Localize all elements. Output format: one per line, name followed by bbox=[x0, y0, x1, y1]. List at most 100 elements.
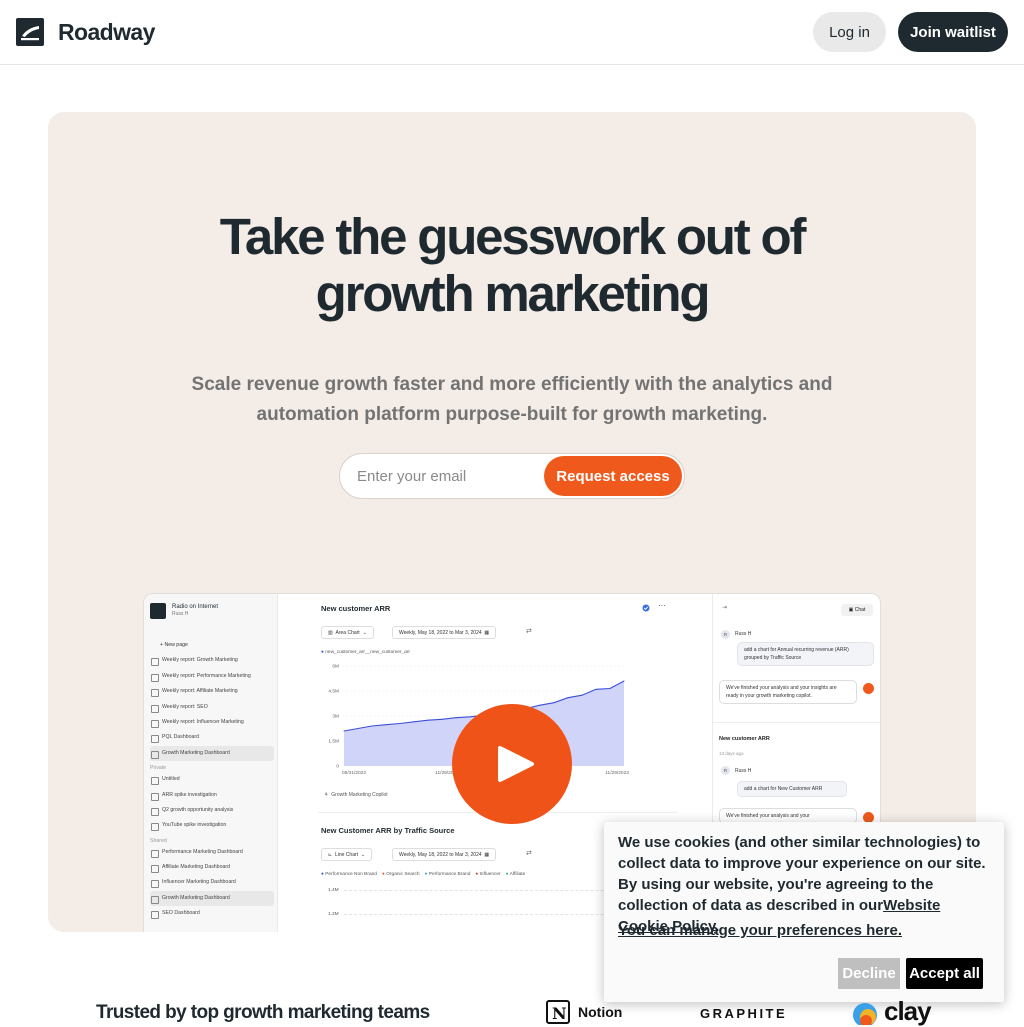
sidebar-page-item[interactable]: Weekly report: Influencer Marketing bbox=[150, 715, 274, 730]
data-point bbox=[343, 730, 345, 732]
panel1-legend: ● new_customer_arr__new_customer_arr bbox=[321, 650, 410, 655]
y-tick-label: 6M bbox=[332, 664, 339, 670]
request-access-button[interactable]: Request access bbox=[544, 456, 682, 496]
workspace-name: Radio on Internet bbox=[172, 604, 219, 610]
date-range-select[interactable]: Weekly, May 18, 2022 to Mar 3, 2024 ▦ bbox=[392, 626, 497, 639]
chat-user-name: Russ H bbox=[735, 768, 752, 774]
legend-label: Affiliate bbox=[509, 872, 526, 877]
sidebar-page-item[interactable]: PQL Dashboard bbox=[150, 730, 274, 745]
chat-button-label: Chat bbox=[854, 607, 866, 613]
data-point bbox=[595, 688, 597, 690]
more-options-icon[interactable]: ⋯ bbox=[658, 601, 666, 610]
sidebar-page-item[interactable]: Weekly report: SEO bbox=[150, 700, 274, 715]
hero-section: Take the guesswork out of growth marketi… bbox=[48, 112, 976, 932]
workspace-logo-icon bbox=[150, 603, 166, 619]
graphite-logo: GRAPHITE bbox=[700, 1006, 787, 1021]
play-video-button[interactable] bbox=[452, 704, 572, 824]
sidebar-page-item[interactable]: Weekly report: Affiliate Marketing bbox=[150, 684, 274, 699]
panel2-title: New Customer ARR by Traffic Source bbox=[321, 826, 455, 835]
workspace-user: Russ H bbox=[172, 611, 189, 617]
data-point bbox=[357, 728, 359, 729]
check-icon bbox=[642, 604, 650, 612]
data-point bbox=[609, 688, 611, 689]
user-avatar: R bbox=[721, 630, 730, 639]
app-sidebar: Radio on Internet Russ H + New page Week… bbox=[144, 594, 278, 932]
chat-message: add a chart for New Customer ARR bbox=[737, 781, 847, 797]
sidebar-group-shared: Shared bbox=[150, 837, 167, 844]
hero-title-line2: growth marketing bbox=[315, 265, 711, 322]
chat-button[interactable]: ▣ Chat bbox=[841, 604, 873, 616]
brand-logo[interactable]: Roadway bbox=[16, 18, 155, 46]
decline-button[interactable]: Decline bbox=[838, 958, 900, 989]
chart-type-select[interactable]: ▥ Area Chart ⌄ bbox=[321, 626, 374, 639]
notion-logo: N Notion bbox=[546, 1000, 622, 1024]
chat-message: add a chart for Annual recurring revenue… bbox=[737, 642, 874, 666]
clay-logo: clay bbox=[852, 996, 932, 1027]
data-point bbox=[581, 694, 583, 696]
x-tick-label: 11/29/2023 bbox=[605, 770, 629, 776]
sidebar-page-item[interactable]: Growth Marketing Dashboard bbox=[150, 890, 274, 907]
sidebar-page-item[interactable]: Weekly report: Growth Marketing bbox=[150, 653, 274, 668]
date2-range-value: Weekly, May 18, 2022 to Mar 3, 2024 bbox=[399, 852, 482, 858]
brand-name: Roadway bbox=[58, 18, 155, 45]
data-point bbox=[441, 718, 443, 720]
sidebar-page-list: + New page Weekly report: Growth Marketi… bbox=[150, 638, 274, 922]
x-tick-label: 05/31/2022 bbox=[342, 770, 366, 776]
sidebar-page-item[interactable]: Untitled bbox=[150, 772, 274, 787]
date-range-value: Weekly, May 18, 2022 to Mar 3, 2024 bbox=[399, 630, 482, 636]
workspace-header: Radio on Internet Russ H bbox=[150, 603, 218, 619]
clay-wordmark: clay bbox=[884, 996, 932, 1026]
chart2-type-select[interactable]: ⊾ Line Chart ⌄ bbox=[321, 848, 373, 861]
chat-divider bbox=[713, 722, 880, 723]
collapse-icon[interactable]: ⇥ bbox=[722, 604, 727, 611]
join-waitlist-button[interactable]: Join waitlist bbox=[898, 12, 1008, 52]
sidebar-page-item[interactable]: Performance Marketing Dashboard bbox=[150, 845, 274, 860]
sidebar-page-item[interactable]: ARR spike investigation bbox=[150, 788, 274, 803]
site-header: Roadway Log in Join waitlist bbox=[0, 0, 1024, 65]
sidebar-page-item[interactable]: Q2 growth opportunity analysis bbox=[150, 803, 274, 818]
new-page-button[interactable]: + New page bbox=[150, 638, 274, 653]
filter2-icon[interactable]: ⇄ bbox=[526, 849, 532, 857]
sidebar-page-item[interactable]: Affiliate Marketing Dashboard bbox=[150, 860, 274, 875]
sidebar-page-item[interactable]: Weekly report: Performance Marketing bbox=[150, 669, 274, 684]
email-input[interactable] bbox=[357, 454, 537, 498]
data-point bbox=[385, 724, 387, 726]
new-page-label: New page bbox=[164, 642, 188, 648]
data-point bbox=[399, 723, 401, 724]
accept-all-button[interactable]: Accept all bbox=[906, 958, 983, 989]
svg-text:N: N bbox=[552, 1004, 567, 1023]
chat-reply: We've finished your analysis and your in… bbox=[719, 680, 857, 704]
thread-time: 13 days ago bbox=[719, 751, 744, 756]
panel1-legend-label: new_customer_arr__new_customer_arr bbox=[325, 650, 411, 655]
copilot-link[interactable]: ⚘ Growth Marketing Copilot bbox=[324, 792, 388, 798]
data-point bbox=[623, 680, 625, 682]
legend-label: Performance Brand bbox=[428, 872, 471, 877]
manage-preferences-link[interactable]: You can manage your preferences here. bbox=[618, 922, 902, 939]
notion-wordmark: Notion bbox=[578, 1004, 623, 1020]
sidebar-page-item[interactable]: SEO Dashboard bbox=[150, 906, 274, 921]
data-point bbox=[567, 697, 569, 699]
legend-dot-icon: ● bbox=[475, 872, 480, 877]
panel2-legend: ● Performance Non Brand ● Organic Search ●… bbox=[321, 872, 530, 877]
play-icon bbox=[498, 746, 534, 782]
copilot-avatar-icon bbox=[863, 683, 874, 694]
notion-icon: N bbox=[546, 1000, 570, 1024]
chat-user-name: Russ H bbox=[735, 631, 752, 637]
sidebar-group-private: Private bbox=[150, 765, 167, 772]
legend-dot-icon: ● bbox=[321, 650, 324, 655]
sidebar-page-item[interactable]: YouTube spike investigation bbox=[150, 818, 274, 833]
roadway-logo-icon bbox=[16, 18, 44, 46]
y-tick-label: 1.5M bbox=[328, 739, 339, 745]
clay-icon bbox=[853, 1002, 877, 1025]
data-point bbox=[427, 719, 429, 721]
legend-label: Influencer bbox=[479, 872, 501, 877]
filter-icon[interactable]: ⇄ bbox=[526, 627, 532, 635]
login-button[interactable]: Log in bbox=[813, 12, 886, 52]
hero-title: Take the guesswork out of growth marketi… bbox=[48, 208, 976, 322]
sidebar-page-item[interactable]: Growth Marketing Dashboard bbox=[150, 745, 274, 762]
sidebar-page-item[interactable]: Influencer Marketing Dashboard bbox=[150, 875, 274, 890]
y-tick-label: 3M bbox=[332, 714, 339, 720]
date2-range-select[interactable]: Weekly, May 18, 2022 to Mar 3, 2024 ▦ bbox=[392, 848, 497, 861]
panel1-title: New customer ARR bbox=[321, 604, 391, 613]
trusted-heading: Trusted by top growth marketing teams bbox=[96, 1002, 430, 1023]
